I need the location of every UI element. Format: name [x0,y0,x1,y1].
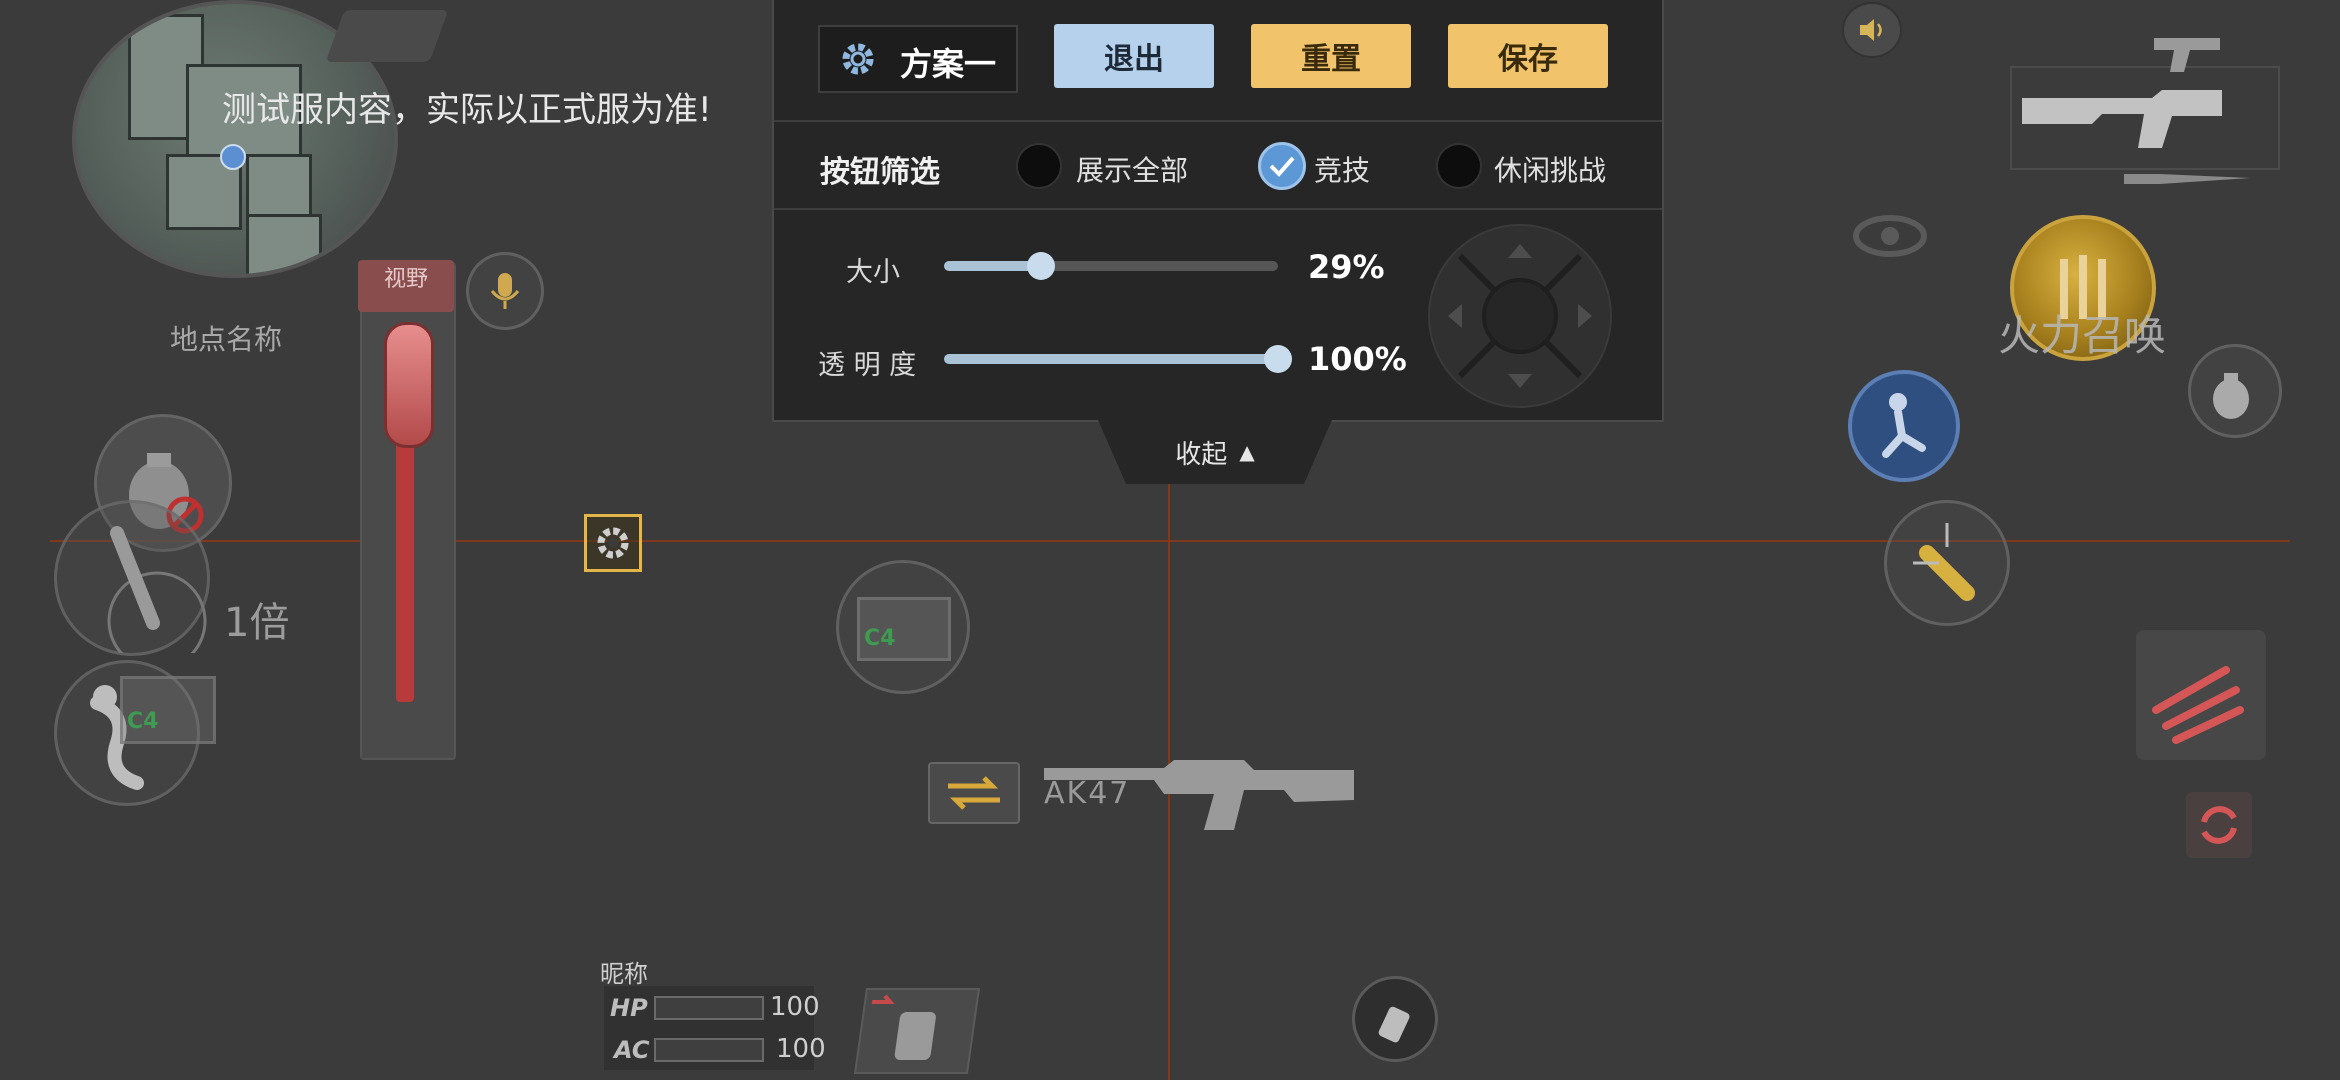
primary-weapon-slot[interactable] [2010,66,2280,170]
collapse-tab[interactable]: 收起 ▲ [1098,420,1332,484]
filter-radio-show-all[interactable] [1016,143,1062,189]
mic-icon [490,273,520,309]
save-button[interactable]: 保存 [1448,24,1608,88]
collapse-label: 收起 [1175,439,1228,470]
opacity-slider-knob[interactable] [1264,345,1292,373]
field-of-view-knob[interactable] [384,322,434,448]
size-slider[interactable] [944,252,1278,280]
nickname: 昵称 [600,960,648,988]
jump-icon [1882,393,1926,458]
field-of-view-label: 视野 [383,267,428,292]
size-value: 29% [1308,248,1385,286]
c4-label: C4 [864,626,896,651]
secondary-grenade-button[interactable] [2188,344,2282,438]
knife-icon[interactable] [2120,164,2260,194]
eye-icon[interactable] [1850,200,1950,270]
opacity-value: 100% [1308,340,1407,378]
map-move-handle[interactable] [325,10,449,62]
checkmark-icon [1269,156,1295,177]
filter-label-casual: 休闲挑战 [1494,154,1607,187]
filter-label-show-all: 展示全部 [1076,154,1189,187]
panel-divider [774,208,1662,210]
zoom-level-label: 1倍 [224,600,290,646]
bullet-icon [1913,523,1975,601]
joystick-preview [1428,224,1612,408]
exit-button[interactable]: 退出 [1054,24,1214,88]
hp-value: 100 [770,992,820,1022]
opacity-label: 透 明 度 [818,350,917,381]
scope-button[interactable] [54,500,210,671]
field-of-view-tag: 视野 [358,260,454,312]
rifle-icon [2022,90,2222,148]
opacity-slider[interactable] [944,345,1292,373]
weapon-swap-button[interactable] [928,762,1020,824]
hp-label: HP [610,994,648,1022]
speaker-button[interactable] [1842,2,1902,58]
c4-label: C4 [127,709,159,734]
gear-icon [597,527,629,559]
minimap-room [246,214,322,274]
jump-button[interactable] [1848,370,1960,482]
reload-icon [2201,806,2237,844]
ac-value: 100 [776,1034,826,1064]
fire-icon [2152,666,2244,744]
hp-bar [654,996,764,1020]
player-marker-icon [220,144,246,170]
scope-icon [107,526,207,671]
rifle-icon[interactable] [1044,750,1364,850]
panel-divider [774,120,1662,122]
control-settings-button[interactable] [584,514,642,572]
filter-radio-competitive[interactable] [1258,142,1306,190]
c4-icon: C4 [857,597,951,661]
plan-name: 方案一 [900,45,997,83]
gear-icon [842,43,874,75]
dpad-arrows-icon [1448,244,1592,388]
ac-bar [654,1038,764,1062]
backpack-button[interactable] [853,988,981,1074]
reload-button[interactable] [2186,792,2252,858]
test-server-notice: 测试服内容，实际以正式服为准! [222,90,712,130]
aim-button[interactable] [1884,500,2010,626]
mic-button[interactable] [466,252,544,330]
grenade-icon [2213,373,2249,419]
opacity-slider-fill [944,354,1278,364]
c4-small-button[interactable]: C4 [120,676,216,744]
size-slider-knob[interactable] [1026,252,1055,280]
plan-selector[interactable]: 方案一 [818,25,1018,93]
ac-label: AC [614,1036,650,1064]
backpack-icon [871,994,936,1060]
fire-call-label: 火力召唤 [1998,311,2167,360]
reset-button[interactable]: 重置 [1251,24,1411,88]
filter-label-competitive: 竞技 [1314,154,1371,187]
caret-up-icon: ▲ [1239,440,1255,464]
speaker-icon [1860,19,1882,41]
place-name: 地点名称 [170,323,283,356]
c4-button[interactable]: C4 [836,560,970,694]
pistol-icon[interactable] [2150,32,2230,76]
spray-icon [1378,1006,1410,1043]
spray-button[interactable] [1352,976,1438,1062]
filter-radio-casual[interactable] [1436,143,1482,189]
fire-button[interactable] [2136,630,2266,760]
button-filter-label: 按钮筛选 [820,155,940,190]
swap-icon [948,776,1000,810]
size-label: 大小 [846,257,900,288]
